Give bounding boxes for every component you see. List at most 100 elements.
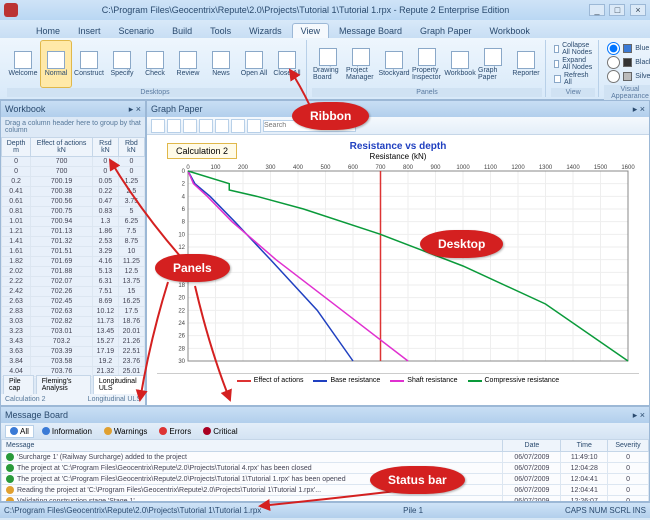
ribbon-tab-home[interactable]: Home <box>28 24 68 38</box>
calc-tab[interactable]: Calculation 2 <box>167 143 237 159</box>
tool-pointer-icon[interactable] <box>151 119 165 133</box>
table-row[interactable]: 3.63703.3917.1922.51 <box>2 347 145 357</box>
table-row[interactable]: 2.02701.885.1312.5 <box>2 267 145 277</box>
ribbon-tab-workbook[interactable]: Workbook <box>482 24 538 38</box>
ribbon-tab-wizards[interactable]: Wizards <box>241 24 290 38</box>
tool-pan-icon[interactable] <box>183 119 197 133</box>
minimize-button[interactable]: _ <box>589 4 605 16</box>
table-row[interactable]: 070000 <box>2 157 145 167</box>
table-row[interactable]: 2.63702.458.6916.25 <box>2 297 145 307</box>
ribbon-btn-specify[interactable]: Specify <box>106 40 138 88</box>
ribbon-btn-project-manager[interactable]: Project Manager <box>345 40 377 88</box>
graph-header[interactable]: Graph Paper ▸ × <box>147 101 649 117</box>
col-header[interactable]: Effect of actions kN <box>31 138 93 157</box>
table-row[interactable]: 2.42702.267.5115 <box>2 287 145 297</box>
table-row[interactable]: 3.03702.8211.7318.76 <box>2 317 145 327</box>
ribbon-tab-scenario[interactable]: Scenario <box>111 24 163 38</box>
tool-print-icon[interactable] <box>231 119 245 133</box>
table-row[interactable]: 2.22702.076.3113.75 <box>2 277 145 287</box>
ribbon-btn-welcome[interactable]: Welcome <box>7 40 39 88</box>
table-row[interactable]: 0.41700.380.222.5 <box>2 187 145 197</box>
msg-row[interactable]: 'Surcharge 1' (Railway Surcharge) added … <box>2 452 649 463</box>
col-header[interactable]: Rbd kN <box>118 138 144 157</box>
table-row[interactable]: 0.2700.190.051.25 <box>2 177 145 187</box>
msg-row[interactable]: The project at 'C:\Program Files\Geocent… <box>2 474 649 485</box>
ribbon-tab-message-board[interactable]: Message Board <box>331 24 410 38</box>
ribbon-btn-news[interactable]: News <box>205 40 237 88</box>
ribbon-btn-stockyard[interactable]: Stockyard <box>378 40 410 88</box>
tool-zoom-icon[interactable] <box>167 119 181 133</box>
group-by-hint[interactable]: Drag a column header here to group by th… <box>1 117 145 137</box>
theme-radio[interactable] <box>607 70 620 83</box>
theme-black[interactable]: Black <box>607 56 650 69</box>
ribbon-btn-close-all[interactable]: Close All <box>271 40 303 88</box>
msg-row[interactable]: Reading the project at 'C:\Program Files… <box>2 485 649 496</box>
ribbon-btn-drawing-board[interactable]: Drawing Board <box>312 40 344 88</box>
tool-text-icon[interactable] <box>215 119 229 133</box>
graph-search-input[interactable] <box>263 120 356 132</box>
close-button[interactable]: × <box>630 4 646 16</box>
ribbon-btn-reporter[interactable]: Reporter <box>510 40 542 88</box>
workbook-tab-longitudinal-uls[interactable]: Longitudinal ULS <box>93 375 145 394</box>
table-row[interactable]: 0.61700.560.473.75 <box>2 197 145 207</box>
msg-col[interactable]: Message <box>2 440 503 452</box>
statusbar: C:\Program Files\Geocentrix\Repute\2.0\P… <box>0 502 650 518</box>
table-row[interactable]: 3.43703.215.2721.26 <box>2 337 145 347</box>
tool-refresh-icon[interactable] <box>247 119 261 133</box>
msgtab-all[interactable]: All <box>5 425 34 438</box>
table-row[interactable]: 1.21701.131.867.5 <box>2 227 145 237</box>
workbook-close-icon[interactable]: ▸ × <box>129 104 141 115</box>
msgtab-warnings[interactable]: Warnings <box>100 426 152 437</box>
ribbon-btn-construct[interactable]: Construct <box>73 40 105 88</box>
msg-col[interactable]: Severity <box>608 440 649 452</box>
table-row[interactable]: 1.41701.322.538.75 <box>2 237 145 247</box>
table-row[interactable]: 0.81700.750.835 <box>2 207 145 217</box>
table-row[interactable]: 1.01700.941.36.25 <box>2 217 145 227</box>
theme-radio[interactable] <box>607 42 620 55</box>
maximize-button[interactable]: □ <box>609 4 625 16</box>
msgboard-header[interactable]: Message Board ▸ × <box>1 407 649 423</box>
msgtab-critical[interactable]: Critical <box>199 426 241 437</box>
node-action-refresh-all[interactable]: Refresh All <box>554 72 592 86</box>
ribbon-btn-open-all[interactable]: Open All <box>238 40 270 88</box>
theme-radio[interactable] <box>607 56 620 69</box>
col-header[interactable]: Depth m <box>2 138 31 157</box>
msg-col[interactable]: Date <box>503 440 561 452</box>
ribbon-btn-workbook[interactable]: Workbook <box>444 40 476 88</box>
workbook-header[interactable]: Workbook ▸ × <box>1 101 145 117</box>
ribbon-tab-graph-paper[interactable]: Graph Paper <box>412 24 480 38</box>
ribbon-btn-normal[interactable]: Normal <box>40 40 72 88</box>
workbook-tab-pile-cap[interactable]: Pile cap <box>3 375 34 394</box>
table-row[interactable]: 3.23703.0113.4520.01 <box>2 327 145 337</box>
chart-area[interactable]: Calculation 2 Resistance vs depth Resist… <box>147 135 649 405</box>
table-row[interactable]: 3.84703.5819.223.76 <box>2 357 145 367</box>
theme-silver[interactable]: Silver <box>607 70 650 83</box>
msgboard-grid[interactable]: MessageDateTimeSeverity'Surcharge 1' (Ra… <box>1 439 649 501</box>
msg-row[interactable]: Validating construction stage 'Stage 1'0… <box>2 496 649 502</box>
col-header[interactable]: Rsd kN <box>92 138 118 157</box>
msg-col[interactable]: Time <box>561 440 608 452</box>
msgboard-close-icon[interactable]: ▸ × <box>633 410 645 421</box>
table-row[interactable]: 1.82701.694.1611.25 <box>2 257 145 267</box>
workbook-tab-fleming-s-analysis[interactable]: Fleming's Analysis <box>36 375 91 394</box>
node-action-expand-all-nodes[interactable]: Expand All Nodes <box>554 57 592 71</box>
ribbon-btn-review[interactable]: Review <box>172 40 204 88</box>
workbook-grid[interactable]: Depth mEffect of actions kNRsd kNRbd kN0… <box>1 137 145 378</box>
ribbon-tab-insert[interactable]: Insert <box>70 24 109 38</box>
ribbon-tab-tools[interactable]: Tools <box>202 24 239 38</box>
graph-close-icon[interactable]: ▸ × <box>633 104 645 115</box>
msgtab-errors[interactable]: Errors <box>155 426 195 437</box>
table-row[interactable]: 1.61701.513.2910 <box>2 247 145 257</box>
msg-row[interactable]: The project at 'C:\Program Files\Geocent… <box>2 463 649 474</box>
table-row[interactable]: 070000 <box>2 167 145 177</box>
ribbon-tab-build[interactable]: Build <box>164 24 200 38</box>
table-row[interactable]: 2.83702.6310.1217.5 <box>2 307 145 317</box>
theme-blue[interactable]: Blue <box>607 42 650 55</box>
ribbon-btn-graph-paper[interactable]: Graph Paper <box>477 40 509 88</box>
ribbon-tab-view[interactable]: View <box>292 23 329 38</box>
ribbon-btn-check[interactable]: Check <box>139 40 171 88</box>
msgtab-information[interactable]: Information <box>38 426 96 437</box>
ribbon-btn-property-inspector[interactable]: Property Inspector <box>411 40 443 88</box>
tool-copy-icon[interactable] <box>199 119 213 133</box>
node-action-collapse-all-nodes[interactable]: Collapse All Nodes <box>554 42 592 56</box>
